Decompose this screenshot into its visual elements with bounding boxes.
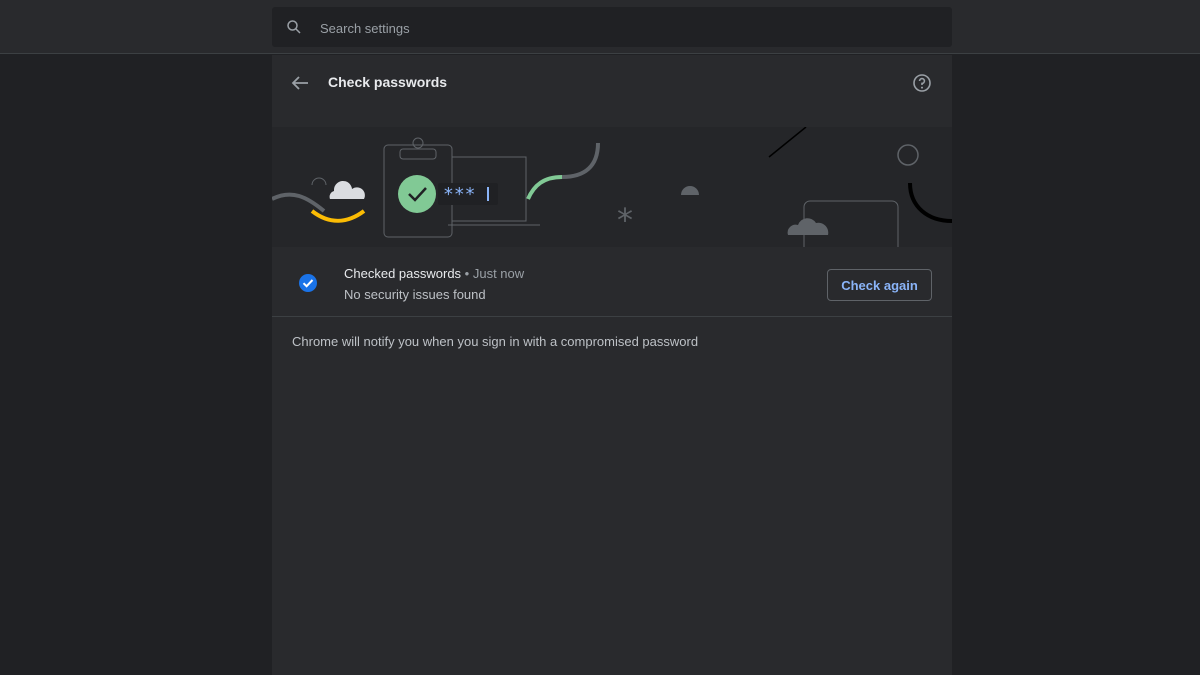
top-toolbar <box>0 0 1200 54</box>
status-title-line: Checked passwords • Just now <box>344 266 524 281</box>
check-circle-icon <box>299 274 317 292</box>
settings-card: Check passwords *** * Checked passwords … <box>272 55 952 675</box>
status-detail: No security issues found <box>344 287 486 302</box>
svg-text:*: * <box>617 201 633 239</box>
status-separator: • <box>461 266 473 281</box>
check-again-button[interactable]: Check again <box>827 269 932 301</box>
page-header: Check passwords <box>272 55 952 111</box>
compromised-password-note: Chrome will notify you when you sign in … <box>292 334 699 349</box>
arrow-back-icon[interactable] <box>288 71 312 95</box>
password-check-status: Checked passwords • Just now No security… <box>272 247 952 317</box>
password-check-illustration: *** * <box>272 127 952 247</box>
search-icon <box>287 20 301 34</box>
page-title: Check passwords <box>328 74 448 90</box>
search-box[interactable] <box>272 7 952 49</box>
status-title: Checked passwords <box>344 266 462 281</box>
search-input[interactable] <box>318 7 922 49</box>
status-timestamp: Just now <box>472 266 525 281</box>
svg-text:***: *** <box>443 184 476 205</box>
help-icon[interactable] <box>912 73 932 93</box>
